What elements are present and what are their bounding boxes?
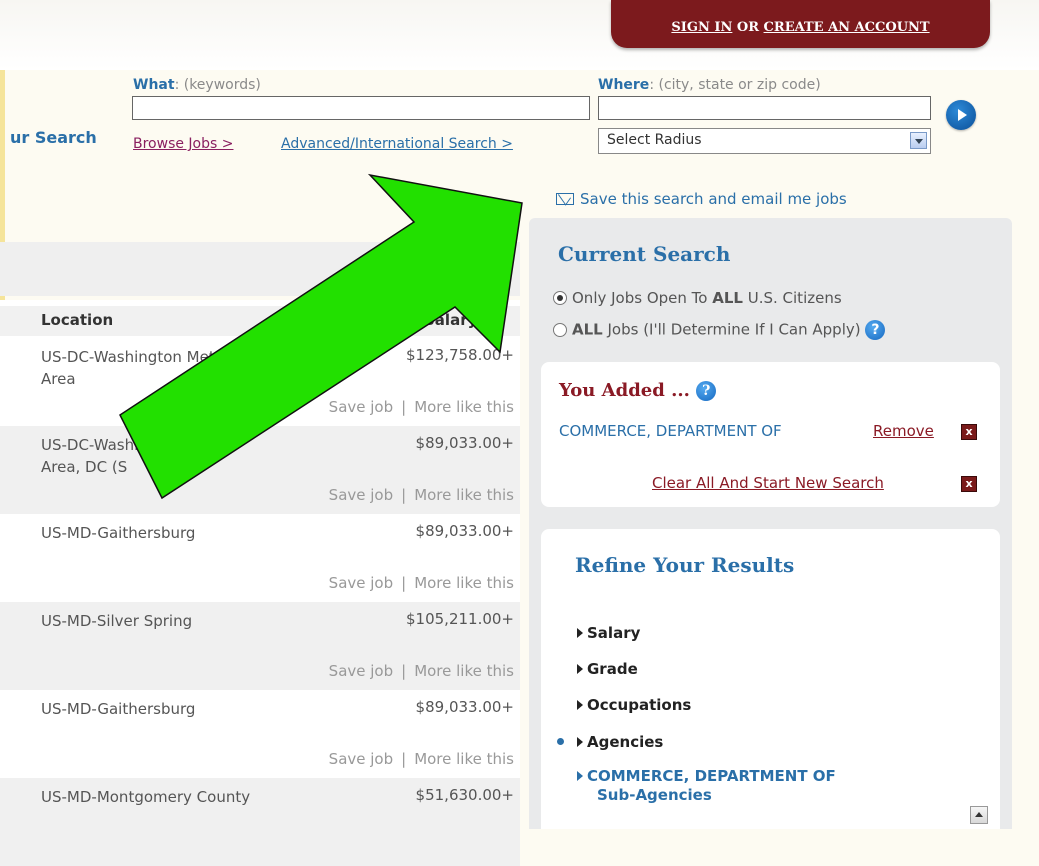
sub-agencies-label: Sub-Agencies	[597, 786, 712, 804]
create-account-link[interactable]: CREATE AN ACCOUNT	[764, 20, 930, 35]
current-search-title: Current Search	[558, 242, 731, 266]
refine-results-box: Refine Your Results Salary Grade Occupat…	[541, 529, 1000, 829]
sign-in-link[interactable]: SIGN IN	[671, 20, 732, 35]
table-row: US-DC-Washington Metro Area, DC (S $89,0…	[0, 426, 520, 514]
search-label: ur Search	[10, 128, 97, 147]
table-row: US-MD-Gaithersburg $89,033.00+ Save job |…	[0, 690, 520, 778]
browse-jobs-link[interactable]: Browse Jobs >	[133, 136, 233, 152]
scroll-up-button[interactable]	[970, 806, 988, 824]
facet-agencies[interactable]: Agencies	[577, 733, 663, 751]
caret-right-icon	[577, 628, 583, 638]
table-row: US-MD-Montgomery County $51,630.00+	[0, 778, 520, 866]
you-added-box: You Added ... ? COMMERCE, DEPARTMENT OF …	[541, 362, 1000, 507]
caret-right-icon	[577, 664, 583, 674]
job-salary: $89,033.00+	[415, 434, 514, 452]
job-location: US-MD-Gaithersburg	[41, 700, 196, 718]
caret-right-icon	[577, 771, 583, 781]
salary-column-header[interactable]: Salary	[424, 311, 477, 329]
radius-select-value: Select Radius	[607, 132, 702, 148]
you-added-title: You Added ... ?	[559, 380, 717, 401]
what-label: What: (keywords)	[133, 77, 261, 93]
action-separator: |	[401, 486, 407, 504]
action-separator: |	[401, 750, 407, 768]
refine-title: Refine Your Results	[575, 553, 795, 577]
more-like-this-link[interactable]: More like this	[414, 750, 514, 768]
save-job-link[interactable]: Save job	[329, 486, 393, 504]
active-facet-bullet-icon	[557, 738, 564, 745]
more-like-this-link[interactable]: More like this	[414, 662, 514, 680]
job-location: US-DC-Washington Metro Area	[41, 348, 230, 388]
save-job-link[interactable]: Save job	[329, 750, 393, 768]
action-separator: |	[401, 398, 407, 416]
citizens-only-option[interactable]: Only Jobs Open To ALL U.S. Citizens	[553, 289, 842, 307]
save-search-link[interactable]: Save this search and email me jobs	[556, 190, 847, 208]
action-separator: |	[401, 574, 407, 592]
results-column-header: Location Salary	[0, 306, 520, 336]
radius-select[interactable]: Select Radius	[598, 128, 931, 154]
facet-occupations[interactable]: Occupations	[577, 696, 691, 714]
chevron-down-icon[interactable]	[910, 132, 927, 149]
table-row: US-MD-Gaithersburg $89,033.00+ Save job |…	[0, 514, 520, 602]
remove-filter-link[interactable]: Remove	[873, 422, 934, 440]
more-like-this-link[interactable]: More like this	[414, 574, 514, 592]
job-salary: $123,758.00+	[406, 346, 514, 364]
more-like-this-link[interactable]: More like this	[414, 398, 514, 416]
action-separator: |	[401, 662, 407, 680]
clear-all-link[interactable]: Clear All And Start New Search	[652, 474, 884, 492]
advanced-search-link[interactable]: Advanced/International Search >	[281, 136, 513, 152]
job-location: US-DC-Washington Metro Area, DC (S	[41, 436, 230, 476]
job-salary: $89,033.00+	[415, 698, 514, 716]
facet-grade[interactable]: Grade	[577, 660, 638, 678]
job-location: US-MD-Silver Spring	[41, 612, 193, 630]
job-location: US-MD-Gaithersburg	[41, 524, 196, 542]
account-tab: SIGN IN OR CREATE AN ACCOUNT	[611, 0, 990, 48]
close-icon[interactable]: x	[961, 476, 977, 492]
location-column-header[interactable]: Location	[41, 311, 113, 329]
where-input[interactable]	[598, 96, 931, 120]
results-header-band	[0, 242, 520, 296]
close-icon[interactable]: x	[961, 424, 977, 440]
caret-right-icon	[577, 737, 583, 747]
job-location: US-MD-Montgomery County	[41, 788, 251, 806]
more-like-this-link[interactable]: More like this	[414, 486, 514, 504]
table-row: US-DC-Washington Metro Area $123,758.00+…	[0, 338, 520, 426]
all-jobs-option[interactable]: ALL Jobs (I'll Determine If I Can Apply)…	[553, 320, 886, 340]
envelope-icon	[556, 193, 574, 205]
job-salary: $51,630.00+	[415, 786, 514, 804]
save-job-link[interactable]: Save job	[329, 662, 393, 680]
what-input[interactable]	[132, 96, 590, 120]
radio-selected-icon[interactable]	[553, 291, 567, 305]
save-job-link[interactable]: Save job	[329, 574, 393, 592]
results-list: Location Salary US-DC-Washington Metro A…	[0, 300, 520, 866]
save-job-link[interactable]: Save job	[329, 398, 393, 416]
help-icon[interactable]: ?	[865, 320, 886, 340]
job-salary: $89,033.00+	[415, 522, 514, 540]
caret-right-icon	[577, 700, 583, 710]
added-filter-item: COMMERCE, DEPARTMENT OF	[559, 422, 782, 440]
table-row: US-MD-Silver Spring $105,211.00+ Save jo…	[0, 602, 520, 690]
facet-salary[interactable]: Salary	[577, 624, 640, 642]
where-label: Where: (city, state or zip code)	[598, 77, 821, 93]
job-salary: $105,211.00+	[406, 610, 514, 628]
agency-filter-link[interactable]: COMMERCE, DEPARTMENT OF Sub-Agencies	[577, 767, 836, 805]
search-go-button[interactable]	[946, 100, 976, 130]
radio-unselected-icon[interactable]	[553, 322, 567, 337]
help-icon[interactable]: ?	[696, 381, 717, 401]
or-text: OR	[732, 20, 764, 35]
current-search-panel: Current Search Only Jobs Open To ALL U.S…	[529, 218, 1012, 829]
